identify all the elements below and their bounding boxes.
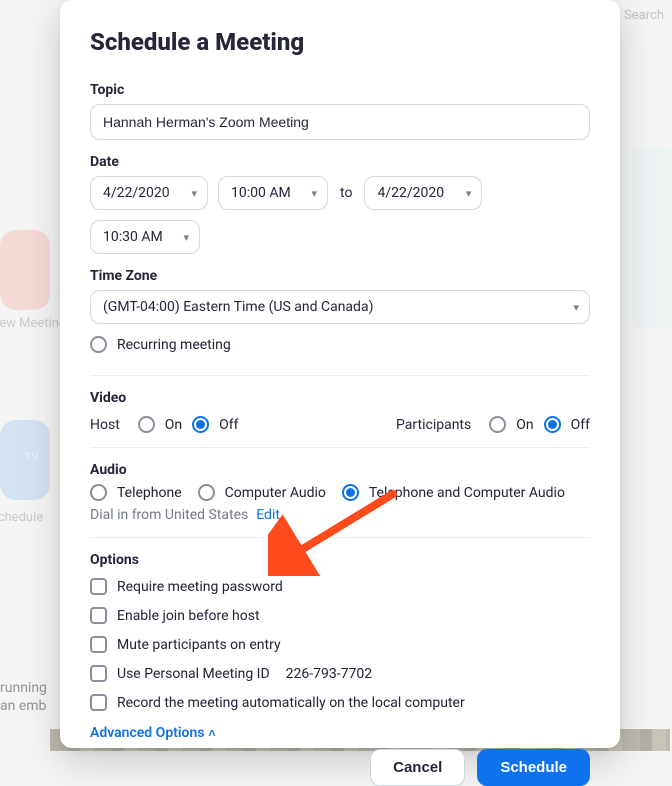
date-row: 4/22/2020 ▾ 10:00 AM ▾ to 4/22/2020 ▾ 10… [90,176,590,254]
video-host-on-label: On [165,417,182,433]
end-date-value: 4/22/2020 [377,185,444,201]
bg-schedule-label: Schedule [0,510,43,525]
audio-both-label: Telephone and Computer Audio [369,485,565,501]
start-time-dropdown[interactable]: 10:00 AM ▾ [218,176,328,210]
advanced-options-toggle[interactable]: Advanced Options ˄ [90,725,590,741]
dial-in-edit-link[interactable]: Edit [256,507,280,523]
video-host-group: Host On Off [90,416,239,433]
option-record-local-label: Record the meeting automatically on the … [117,695,465,711]
end-time-dropdown[interactable]: 10:30 AM ▾ [90,220,200,254]
audio-computer-label: Computer Audio [225,485,326,501]
audio-computer-radio[interactable] [198,484,215,501]
divider [90,447,590,448]
chevron-up-icon: ˄ [208,726,215,740]
audio-label: Audio [90,462,590,478]
video-participants-off-radio[interactable] [544,416,561,433]
audio-telephone-radio[interactable] [90,484,107,501]
option-use-pmi-number: 226-793-7702 [286,666,372,682]
video-participants-on-radio[interactable] [489,416,506,433]
chevron-down-icon: ▾ [573,301,579,314]
advanced-options-label: Advanced Options [90,725,204,741]
topic-label: Topic [90,82,590,98]
option-join-before-host-label: Enable join before host [117,608,260,624]
modal-title: Schedule a Meeting [90,28,590,56]
option-mute-on-entry-checkbox[interactable] [90,636,107,653]
chevron-down-icon: ▾ [183,231,189,244]
timezone-label: Time Zone [90,268,590,284]
option-record-local-checkbox[interactable] [90,694,107,711]
date-label: Date [90,154,590,170]
audio-row: Telephone Computer Audio Telephone and C… [90,484,590,501]
video-participants-group: Participants On Off [396,416,590,433]
video-host-on-radio[interactable] [138,416,155,433]
option-require-password-checkbox[interactable] [90,578,107,595]
bg-new-meeting-tile [0,230,50,310]
global-search-placeholder: ⌕ Search [614,8,664,23]
options-label: Options [90,552,590,568]
cancel-button[interactable]: Cancel [370,749,465,786]
end-time-value: 10:30 AM [103,229,163,245]
option-mute-on-entry-label: Mute participants on entry [117,637,281,653]
video-participants-label: Participants [396,417,471,433]
bg-new-meeting-label: New Meeting [0,316,66,331]
divider [90,537,590,538]
chevron-down-icon: ▾ [466,187,472,200]
schedule-button[interactable]: Schedule [477,749,590,786]
video-host-off-radio[interactable] [192,416,209,433]
video-host-off-label: Off [219,417,238,433]
to-label: to [338,185,354,201]
video-host-label: Host [90,417,120,433]
video-participants-off-label: Off [571,417,590,433]
video-participants-on-label: On [516,417,533,433]
bg-cal-day: 19 [24,450,39,465]
chevron-down-icon: ▾ [311,187,317,200]
end-date-dropdown[interactable]: 4/22/2020 ▾ [364,176,482,210]
option-join-before-host-checkbox[interactable] [90,607,107,624]
bg-article-text: runningan emb [0,679,47,715]
dial-in-text: Dial in from United States [90,507,248,523]
video-row: Host On Off Participants On Off [90,416,590,433]
start-date-value: 4/22/2020 [103,185,170,201]
chevron-down-icon: ▾ [191,187,197,200]
recurring-meeting-checkbox[interactable] [90,336,107,353]
option-use-pmi-checkbox[interactable] [90,665,107,682]
timezone-value: (GMT-04:00) Eastern Time (US and Canada) [103,299,373,315]
option-require-password-label: Require meeting password [117,579,283,595]
topic-input[interactable] [90,104,590,140]
modal-footer: Cancel Schedule [90,741,590,786]
schedule-meeting-modal: Schedule a Meeting Topic Date 4/22/2020 … [60,0,620,748]
recurring-meeting-label: Recurring meeting [117,337,231,353]
audio-both-radio[interactable] [342,484,359,501]
bg-right-panel [632,148,672,328]
timezone-dropdown[interactable]: (GMT-04:00) Eastern Time (US and Canada)… [90,290,590,324]
start-date-dropdown[interactable]: 4/22/2020 ▾ [90,176,208,210]
audio-telephone-label: Telephone [117,485,182,501]
video-label: Video [90,390,590,406]
divider [90,375,590,376]
option-use-pmi-label: Use Personal Meeting ID [117,666,270,682]
start-time-value: 10:00 AM [231,185,291,201]
